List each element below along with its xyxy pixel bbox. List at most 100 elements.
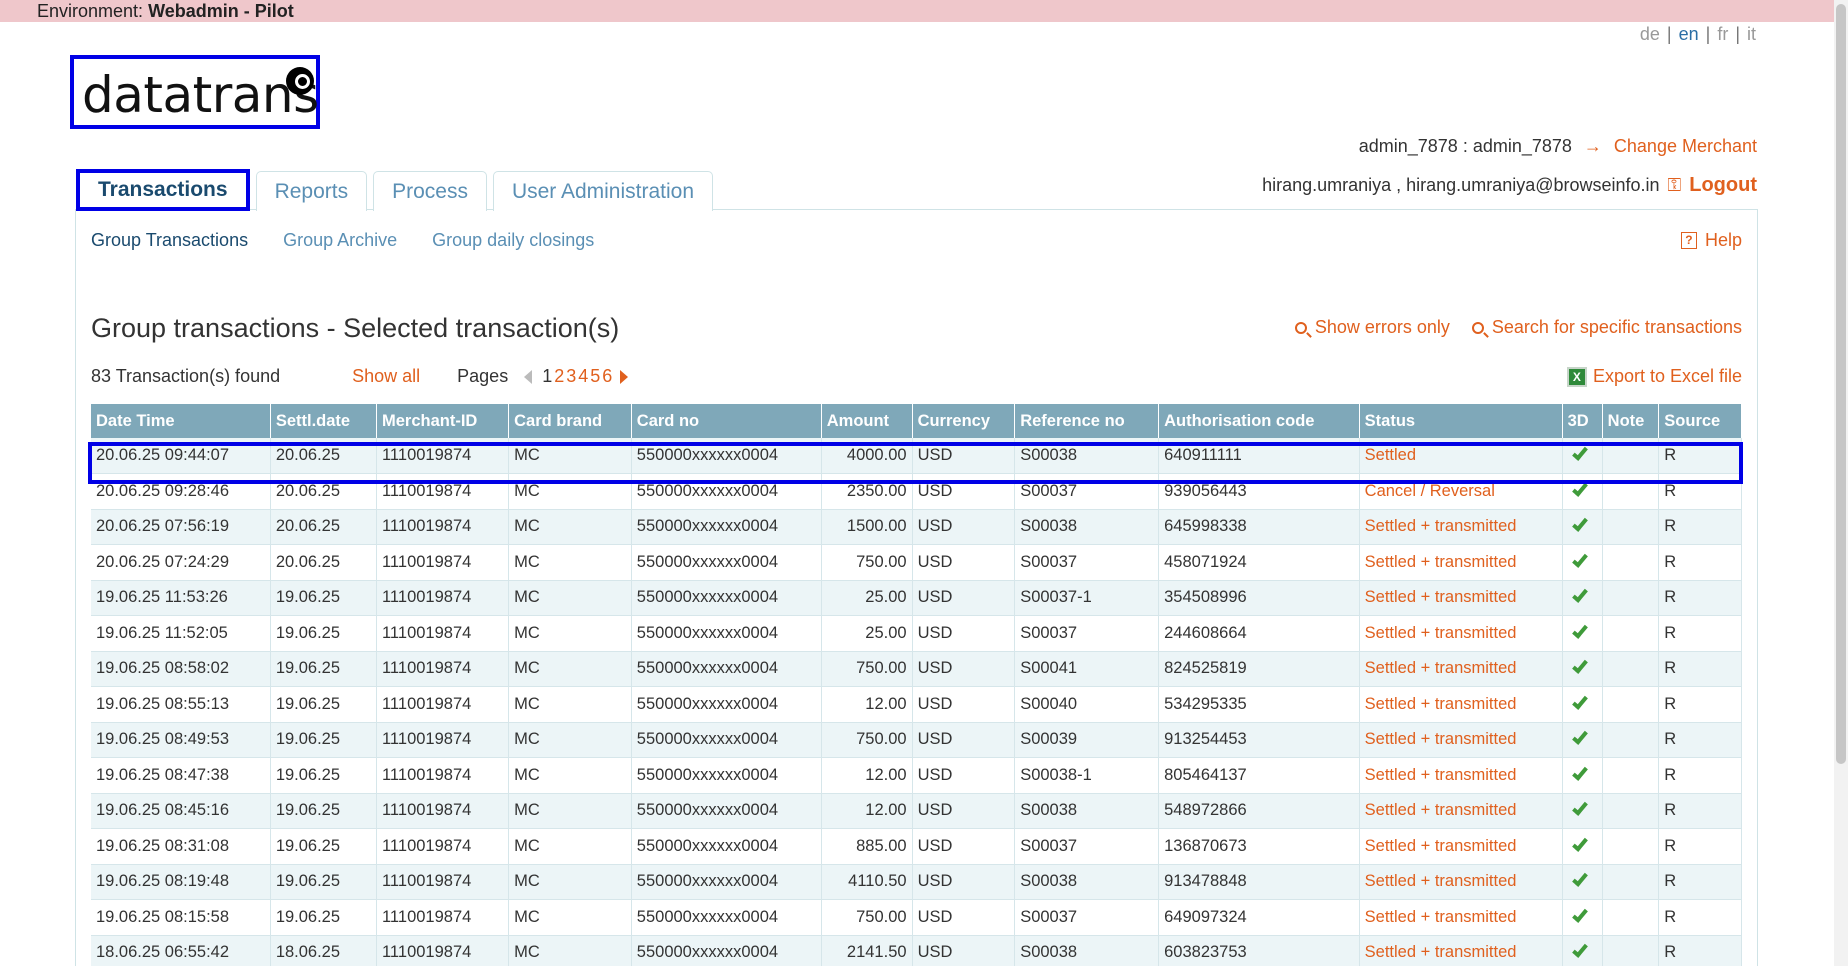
cell-status[interactable]: Settled <box>1359 438 1563 474</box>
column-header-source[interactable]: Source <box>1658 404 1742 438</box>
cell-status[interactable]: Settled + transmitted <box>1359 793 1563 829</box>
column-header-card-brand[interactable]: Card brand <box>508 404 632 438</box>
table-row[interactable]: 19.06.25 08:58:02 19.06.25 1110019874 MC 550… <box>91 651 1742 687</box>
table-row[interactable]: 19.06.25 08:15:58 19.06.25 1110019874 MC 550… <box>91 899 1742 936</box>
help-label: Help <box>1704 230 1742 250</box>
cell-status[interactable]: Settled + transmitted <box>1359 544 1563 581</box>
table-row[interactable]: 18.06.25 06:55:42 18.06.25 1110019874 MC 550… <box>91 935 1742 966</box>
cell-status[interactable]: Cancel / Reversal <box>1359 473 1563 510</box>
cell-date-time: 19.06.25 08:47:38 <box>91 757 271 794</box>
search-specific-link[interactable]: Search for specific transactions <box>1471 317 1742 338</box>
lang-de[interactable]: de <box>1640 24 1660 44</box>
column-header-card-no[interactable]: Card no <box>631 404 822 438</box>
page-link-5[interactable]: 5 <box>590 366 600 387</box>
cell-card-no: 550000xxxxxx0004 <box>631 438 822 474</box>
cell-date-time: 20.06.25 09:44:07 <box>91 438 271 474</box>
help-link[interactable]: ? Help <box>1680 230 1742 251</box>
table-row[interactable]: 19.06.25 08:47:38 19.06.25 1110019874 MC 550… <box>91 757 1742 794</box>
table-row[interactable]: 20.06.25 09:28:46 20.06.25 1110019874 MC 550… <box>91 473 1742 510</box>
cell-3d <box>1562 509 1603 545</box>
table-row[interactable]: 19.06.25 08:31:08 19.06.25 1110019874 MC 550… <box>91 828 1742 865</box>
tab-process[interactable]: Process <box>373 171 487 211</box>
page-link-2[interactable]: 2 <box>554 366 564 387</box>
datatrans-logo[interactable]: datatrans <box>70 55 320 129</box>
cell-status[interactable]: Settled + transmitted <box>1359 615 1563 652</box>
cell-status[interactable]: Settled + transmitted <box>1359 899 1563 936</box>
subnav-group-archive[interactable]: Group Archive <box>283 230 397 251</box>
table-row[interactable]: 19.06.25 08:19:48 19.06.25 1110019874 MC 550… <box>91 864 1742 900</box>
column-header-note[interactable]: Note <box>1602 404 1660 438</box>
page-link-4[interactable]: 4 <box>578 366 588 387</box>
table-row[interactable]: 19.06.25 11:53:26 19.06.25 1110019874 MC 550… <box>91 580 1742 616</box>
cell-settl-date: 19.06.25 <box>270 864 377 900</box>
cell-status[interactable]: Settled + transmitted <box>1359 722 1563 758</box>
table-row[interactable]: 20.06.25 07:24:29 20.06.25 1110019874 MC 550… <box>91 544 1742 581</box>
lang-en[interactable]: en <box>1679 24 1699 44</box>
cell-status[interactable]: Settled + transmitted <box>1359 828 1563 865</box>
cell-currency: USD <box>912 899 1016 936</box>
cell-note <box>1602 580 1660 616</box>
show-errors-link[interactable]: Show errors only <box>1294 317 1450 338</box>
cell-card-brand: MC <box>508 686 632 723</box>
table-row[interactable]: 20.06.25 09:44:07 20.06.25 1110019874 MC 550… <box>91 438 1742 474</box>
change-merchant-link[interactable]: Change Merchant <box>1614 136 1757 157</box>
cell-merchant-id: 1110019874 <box>376 722 510 758</box>
page-link-1[interactable]: 1 <box>542 366 552 387</box>
scrollbar-thumb[interactable] <box>1836 4 1846 764</box>
column-header-reference-no[interactable]: Reference no <box>1014 404 1160 438</box>
cell-amount: 4000.00 <box>821 438 913 474</box>
logout-link[interactable]: Logout <box>1689 174 1757 197</box>
column-header-authorisation-code[interactable]: Authorisation code <box>1158 404 1360 438</box>
cell-merchant-id: 1110019874 <box>376 793 510 829</box>
column-header-merchant-id[interactable]: Merchant-ID <box>376 404 510 438</box>
show-all-link[interactable]: Show all <box>352 366 420 387</box>
page-link-3[interactable]: 3 <box>566 366 576 387</box>
cell-reference-no: S00037-1 <box>1014 580 1160 616</box>
column-header-3d[interactable]: 3D <box>1562 404 1603 438</box>
cell-status[interactable]: Settled + transmitted <box>1359 651 1563 687</box>
checkmark-icon <box>1571 444 1588 461</box>
cell-date-time: 19.06.25 11:52:05 <box>91 615 271 652</box>
main-tabs: Transactions Reports Process User Admini… <box>76 169 714 211</box>
table-row[interactable]: 20.06.25 07:56:19 20.06.25 1110019874 MC 550… <box>91 509 1742 545</box>
column-header-date-time[interactable]: Date Time <box>91 404 271 438</box>
lang-it[interactable]: it <box>1747 24 1756 44</box>
cell-card-brand: MC <box>508 615 632 652</box>
lang-fr[interactable]: fr <box>1717 24 1728 44</box>
cell-3d <box>1562 757 1603 794</box>
next-page-icon[interactable] <box>620 369 629 384</box>
vertical-scrollbar[interactable] <box>1834 0 1848 966</box>
table-row[interactable]: 19.06.25 11:52:05 19.06.25 1110019874 MC 550… <box>91 615 1742 652</box>
cell-3d <box>1562 473 1603 510</box>
prev-page-icon[interactable] <box>524 369 533 384</box>
cell-status[interactable]: Settled + transmitted <box>1359 686 1563 723</box>
sub-navigation: Group Transactions Group Archive Group d… <box>91 230 594 251</box>
cell-amount: 750.00 <box>821 651 913 687</box>
table-body: 20.06.25 09:44:07 20.06.25 1110019874 MC 550… <box>91 438 1742 966</box>
cell-status[interactable]: Settled + transmitted <box>1359 935 1563 966</box>
column-header-currency[interactable]: Currency <box>912 404 1016 438</box>
table-row[interactable]: 19.06.25 08:49:53 19.06.25 1110019874 MC 550… <box>91 722 1742 758</box>
cell-status[interactable]: Settled + transmitted <box>1359 509 1563 545</box>
table-row[interactable]: 19.06.25 08:55:13 19.06.25 1110019874 MC 550… <box>91 686 1742 723</box>
cell-reference-no: S00037 <box>1014 899 1160 936</box>
column-header-status[interactable]: Status <box>1359 404 1563 438</box>
subnav-group-transactions[interactable]: Group Transactions <box>91 230 248 251</box>
export-excel-link[interactable]: X Export to Excel file <box>1566 366 1742 387</box>
column-header-settl-date[interactable]: Settl.date <box>270 404 377 438</box>
checkmark-icon <box>1571 692 1588 710</box>
cell-currency: USD <box>912 935 1016 966</box>
cell-status[interactable]: Settled + transmitted <box>1359 580 1563 616</box>
tab-user-administration[interactable]: User Administration <box>492 171 714 211</box>
tab-reports[interactable]: Reports <box>255 171 368 211</box>
tab-transactions[interactable]: Transactions <box>76 169 250 211</box>
page-link-6[interactable]: 6 <box>602 366 612 387</box>
cell-status[interactable]: Settled + transmitted <box>1359 757 1563 794</box>
subnav-group-daily-closings[interactable]: Group daily closings <box>432 230 594 251</box>
column-header-amount[interactable]: Amount <box>821 404 913 438</box>
cell-status[interactable]: Settled + transmitted <box>1359 864 1563 900</box>
lang-separator: | <box>1730 24 1745 44</box>
table-row[interactable]: 19.06.25 08:45:16 19.06.25 1110019874 MC 550… <box>91 793 1742 829</box>
cell-date-time: 19.06.25 11:53:26 <box>91 580 271 616</box>
cell-date-time: 18.06.25 06:55:42 <box>91 935 271 966</box>
